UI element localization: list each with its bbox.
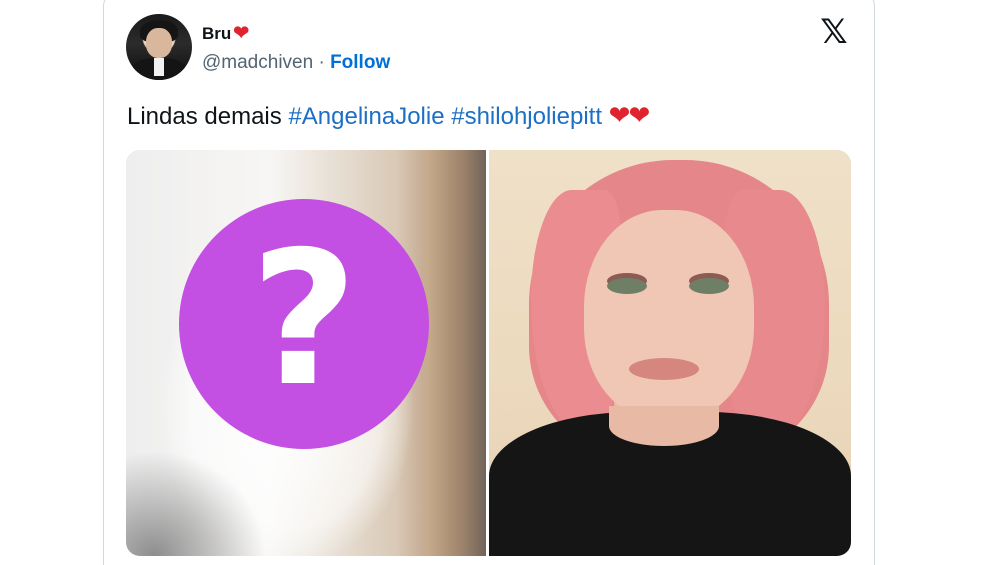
user-name-text: Bru bbox=[202, 24, 232, 43]
heart-icon: ❤ bbox=[233, 23, 250, 44]
hashtag-angelinajolie[interactable]: #AngelinaJolie bbox=[288, 103, 444, 130]
tweet-text-prefix: Lindas demais bbox=[127, 103, 282, 130]
media-photo-left[interactable]: ? bbox=[126, 150, 486, 556]
separator-dot: · bbox=[318, 52, 325, 73]
user-avatar[interactable] bbox=[126, 14, 192, 80]
tweet-text: Lindas demais #AngelinaJolie #shilohjoli… bbox=[127, 100, 651, 131]
media-photo-right[interactable] bbox=[489, 150, 851, 556]
question-mark-glyph: ? bbox=[250, 211, 358, 427]
user-handle[interactable]: @madchiven bbox=[202, 52, 313, 73]
question-mark-icon: ? bbox=[179, 199, 429, 449]
heart-emoji-icon: ❤❤ bbox=[608, 100, 651, 130]
x-logo-icon[interactable]: 𝕏 bbox=[816, 14, 852, 50]
user-display-name[interactable]: Bru ❤ bbox=[202, 22, 249, 45]
tweet-media: ? bbox=[126, 150, 851, 556]
handle-row: @madchiven · Follow bbox=[202, 52, 390, 74]
hashtag-shilohjoliepitt[interactable]: #shilohjoliepitt bbox=[451, 103, 602, 130]
follow-button[interactable]: Follow bbox=[330, 52, 390, 73]
